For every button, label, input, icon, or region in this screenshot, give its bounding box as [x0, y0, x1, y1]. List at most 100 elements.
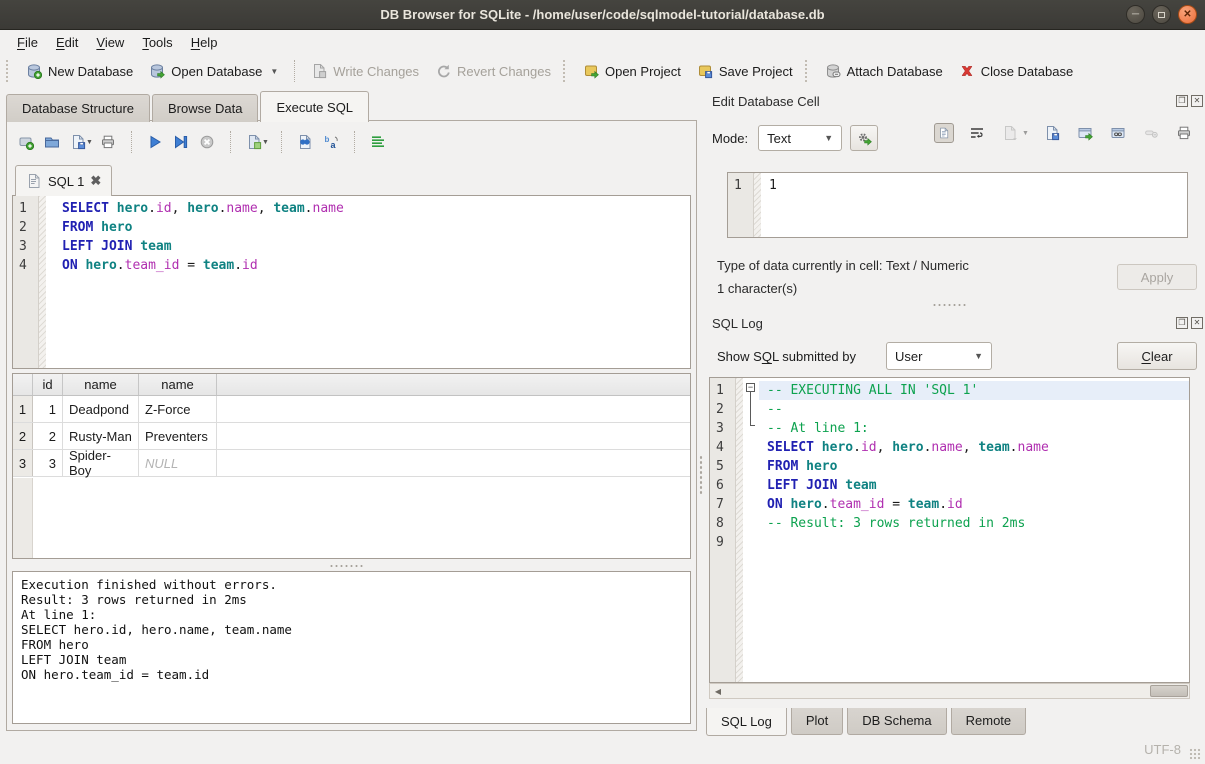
save-results-button[interactable]: ▼	[243, 131, 269, 153]
column-header[interactable]: name	[139, 374, 217, 395]
row-header[interactable]: 3	[13, 450, 33, 476]
minimize-icon[interactable]: ─	[1126, 5, 1145, 24]
find-button[interactable]	[294, 131, 316, 153]
word-wrap-icon	[967, 123, 987, 143]
new-database-icon	[26, 63, 42, 79]
cell-editor[interactable]: 1 1	[727, 172, 1188, 238]
chevron-down-icon: ▼	[262, 139, 269, 146]
sql-editor-tab[interactable]: SQL 1 ✖	[15, 165, 112, 196]
replace-button[interactable]: ba	[320, 131, 342, 153]
horizontal-splitter[interactable]	[329, 564, 363, 568]
results-header-row: idnamename	[13, 374, 690, 396]
titlebar[interactable]: DB Browser for SQLite - /home/user/code/…	[0, 0, 1205, 30]
close-tab-icon[interactable]: ✖	[90, 173, 101, 189]
format-button[interactable]	[367, 131, 389, 153]
import-data-button[interactable]: ▼	[1000, 123, 1029, 143]
close-panel-icon[interactable]: ✕	[1191, 317, 1203, 329]
open-sql-file-button[interactable]	[41, 131, 63, 153]
execute-line-button[interactable]	[170, 131, 192, 153]
float-panel-icon[interactable]: ❐	[1176, 317, 1188, 329]
cell-content[interactable]: 1	[761, 173, 1187, 237]
new-sql-tab-icon	[15, 131, 37, 153]
write-changes-icon	[311, 63, 327, 79]
cell[interactable]: Preventers	[139, 423, 217, 449]
chevron-down-icon: ▼	[974, 351, 983, 361]
corner-header[interactable]	[13, 374, 33, 395]
tab-execute-sql[interactable]: Execute SQL	[260, 91, 369, 122]
print-button[interactable]	[97, 131, 119, 153]
menu-item-edit[interactable]: Edit	[47, 32, 87, 53]
row-header[interactable]: 2	[13, 423, 33, 449]
editor-code[interactable]: SELECT hero.id, hero.name, team.nameFROM…	[46, 196, 690, 368]
cell-line-number: 1	[728, 173, 754, 237]
open-database-button[interactable]: Open Database▼	[141, 59, 286, 83]
cell[interactable]: Spider-Boy	[63, 450, 139, 476]
menu-item-tools[interactable]: Tools	[133, 32, 181, 53]
stop-button[interactable]	[196, 131, 218, 153]
cell[interactable]: 3	[33, 450, 63, 476]
close-database-button[interactable]: Close Database	[951, 59, 1082, 83]
close-panel-icon[interactable]: ✕	[1191, 95, 1203, 107]
maximize-icon[interactable]	[1152, 5, 1171, 24]
save-sql-file-button[interactable]: ▼	[67, 131, 93, 153]
vertical-splitter[interactable]	[699, 455, 703, 495]
toolbar-separator	[131, 131, 132, 153]
bottom-tab-plot[interactable]: Plot	[791, 708, 843, 735]
scrollbar-thumb[interactable]	[1150, 685, 1188, 697]
word-wrap-button[interactable]	[967, 123, 987, 143]
save-cell-button[interactable]	[1042, 123, 1062, 143]
log-line	[759, 533, 1189, 552]
set-null-button[interactable]	[1141, 123, 1161, 143]
auto-apply-button[interactable]	[850, 125, 878, 151]
bottom-tab-remote[interactable]: Remote	[951, 708, 1027, 735]
new-database-button[interactable]: New Database	[18, 59, 141, 83]
row-header[interactable]: 1	[13, 396, 33, 422]
open-project-button[interactable]: Open Project	[575, 59, 689, 83]
log-code: -- EXECUTING ALL IN 'SQL 1' -- -- At lin…	[759, 378, 1189, 682]
close-icon[interactable]: ✕	[1178, 5, 1197, 24]
fold-collapse-icon[interactable]: −	[746, 383, 755, 392]
tab-browse-data[interactable]: Browse Data	[152, 94, 258, 122]
panel-splitter[interactable]	[932, 303, 966, 307]
log-horizontal-scrollbar[interactable]: ◀ ▶	[709, 683, 1190, 699]
sql-editor[interactable]: 1234 SELECT hero.id, hero.name, team.nam…	[12, 195, 691, 369]
cell[interactable]: Rusty-Man	[63, 423, 139, 449]
print-cell-button[interactable]	[1174, 123, 1194, 143]
mode-select[interactable]: Text ▼	[758, 125, 842, 151]
sql-log-view[interactable]: 123456789 − -- EXECUTING ALL IN 'SQL 1' …	[709, 377, 1190, 683]
menu-item-view[interactable]: View	[87, 32, 133, 53]
scroll-left-icon[interactable]: ◀	[710, 684, 726, 698]
print-icon	[97, 131, 119, 153]
new-sql-tab-button[interactable]	[15, 131, 37, 153]
menu-item-help[interactable]: Help	[182, 32, 227, 53]
float-panel-icon[interactable]: ❐	[1176, 95, 1188, 107]
resize-grip[interactable]	[1189, 748, 1201, 760]
export-cell-button[interactable]	[1075, 123, 1095, 143]
results-body: 11DeadpondZ-Force22Rusty-ManPreventers33…	[13, 396, 690, 477]
toolbar-grip	[563, 60, 568, 82]
bottom-tab-sql-log[interactable]: SQL Log	[706, 708, 787, 736]
execute-all-button[interactable]	[144, 131, 166, 153]
log-filter-select[interactable]: User ▼	[886, 342, 992, 370]
log-line: -- Result: 3 rows returned in 2ms	[759, 514, 1189, 533]
link-cell-button[interactable]	[1108, 123, 1128, 143]
clear-log-button[interactable]: Clear	[1117, 342, 1197, 370]
cell[interactable]: Deadpond	[63, 396, 139, 422]
cell[interactable]: Z-Force	[139, 396, 217, 422]
cell[interactable]: 2	[33, 423, 63, 449]
scrollbar-track[interactable]	[726, 684, 1173, 698]
tab-database-structure[interactable]: Database Structure	[6, 94, 150, 122]
column-header[interactable]: id	[33, 374, 63, 395]
fold-guide-tick	[750, 425, 755, 426]
apply-button[interactable]: Apply	[1117, 264, 1197, 290]
execution-message-box[interactable]: Execution finished without errors.Result…	[12, 571, 691, 724]
attach-database-button[interactable]: Attach Database	[817, 59, 951, 83]
column-header[interactable]: name	[63, 374, 139, 395]
cell[interactable]: NULL	[139, 450, 217, 476]
bottom-tab-db-schema[interactable]: DB Schema	[847, 708, 946, 735]
cell[interactable]: 1	[33, 396, 63, 422]
save-project-button[interactable]: Save Project	[689, 59, 801, 83]
text-mode-button[interactable]	[934, 123, 954, 143]
chevron-down-icon: ▼	[270, 67, 278, 76]
menu-item-file[interactable]: File	[8, 32, 47, 53]
